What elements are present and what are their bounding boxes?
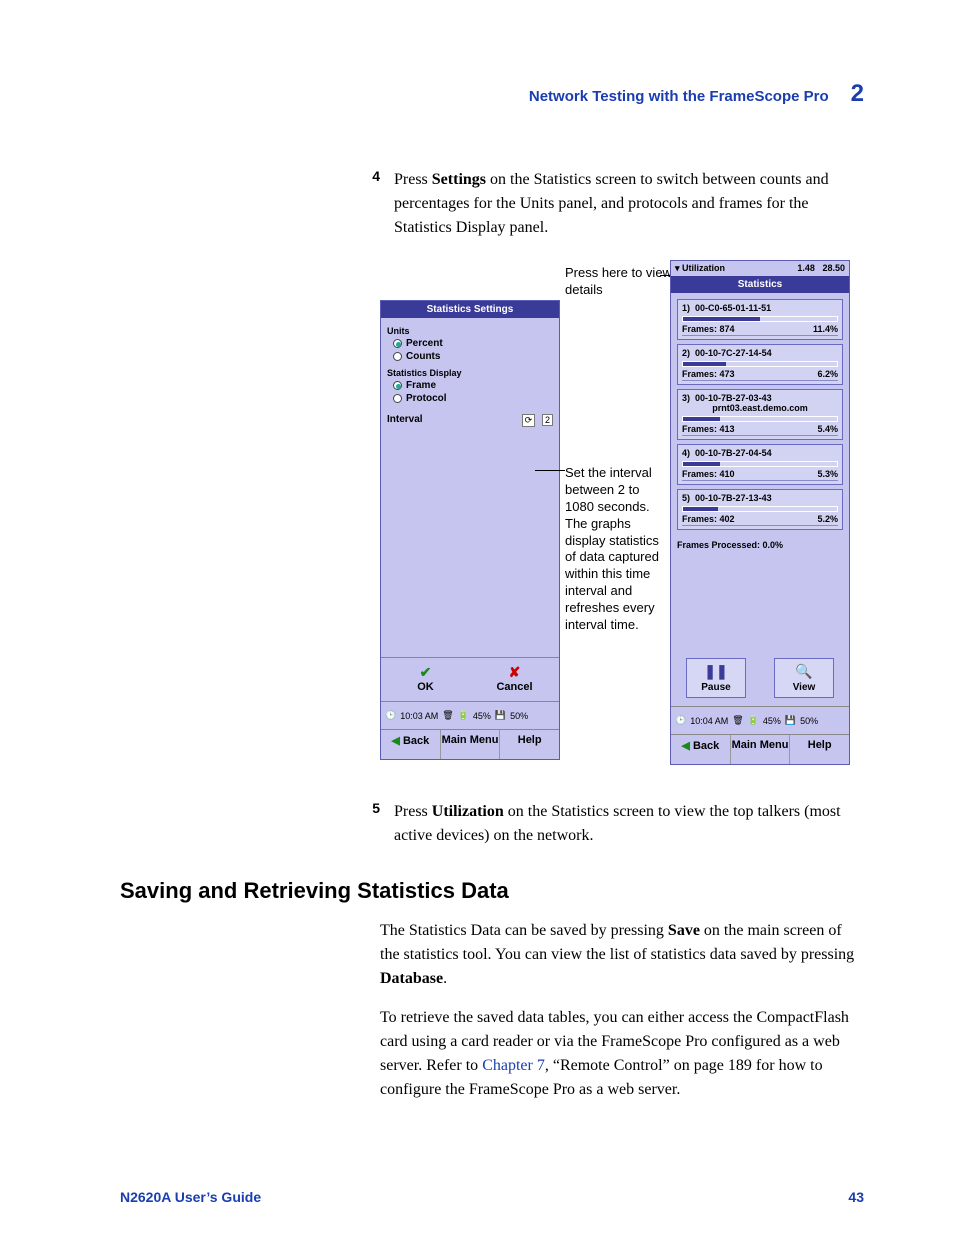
stats-title: Statistics (671, 276, 849, 293)
status-batt: 45% (763, 716, 781, 726)
chapter-title: Network Testing with the FrameScope Pro (529, 88, 829, 105)
cancel-button[interactable]: ✘Cancel (470, 658, 559, 699)
stat-item[interactable]: 2) 00-10-7C-27-14-54Frames: 4736.2% (677, 344, 843, 385)
status-time: 10:03 AM (400, 711, 438, 721)
back-button[interactable]: ◀ Back (381, 730, 441, 759)
statsdisplay-group-label: Statistics Display (387, 368, 553, 378)
disk-icon: 💾 (785, 715, 796, 726)
settings-screen: Statistics Settings Units Percent Counts… (380, 300, 560, 760)
stat-item[interactable]: 4) 00-10-7B-27-04-54Frames: 4105.3% (677, 444, 843, 485)
pause-icon: ❚❚ (687, 663, 745, 680)
stats-list: 1) 00-C0-65-01-11-51Frames: 87411.4%2) 0… (671, 293, 849, 536)
radio-icon (393, 352, 402, 361)
cross-icon: ✘ (470, 664, 559, 681)
nav-bar: ◀ Back Main Menu Help (381, 729, 559, 759)
step-text: Press Utilization on the Statistics scre… (394, 800, 864, 848)
utilization-row[interactable]: ▾ Utilization 1.48 28.50 (671, 261, 849, 276)
pause-view-bar: ❚❚Pause 🔍View (671, 652, 849, 704)
trash-icon: 🗑 (732, 715, 743, 726)
ok-cancel-bar: ✔OK ✘Cancel (381, 657, 559, 699)
help-button[interactable]: Help (500, 730, 559, 759)
magnifier-icon: 🔍 (775, 663, 833, 680)
footer-page: 43 (848, 1189, 864, 1205)
statistics-screen: ▾ Utilization 1.48 28.50 Statistics 1) 0… (670, 260, 850, 765)
para-retrieve: To retrieve the saved data tables, you c… (380, 1006, 860, 1102)
units-group-label: Units (387, 326, 553, 336)
main-menu-button[interactable]: Main Menu (441, 730, 501, 759)
radio-icon (393, 394, 402, 403)
step-5: 5 Press Utilization on the Statistics sc… (360, 800, 864, 848)
battery-icon: 🔋 (748, 715, 759, 726)
pause-button[interactable]: ❚❚Pause (686, 658, 746, 698)
main-menu-button[interactable]: Main Menu (731, 735, 791, 764)
status-mem: 50% (800, 716, 818, 726)
ok-button[interactable]: ✔OK (381, 658, 470, 699)
status-batt: 45% (473, 711, 491, 721)
trash-icon: 🗑 (442, 710, 453, 721)
status-mem: 50% (510, 711, 528, 721)
clock-icon: 🕒 (675, 715, 686, 726)
callout-press-details: Press here to view details (565, 265, 675, 299)
callout-interval: Set the interval between 2 to 1080 secon… (565, 465, 670, 634)
chapter7-link[interactable]: Chapter 7 (482, 1057, 545, 1074)
step-4: 4 Press Settings on the Statistics scree… (360, 168, 864, 240)
radio-frame[interactable]: Frame (393, 380, 553, 391)
callout-line (535, 470, 565, 471)
stat-item[interactable]: 3) 00-10-7B-27-03-43prnt03.east.demo.com… (677, 389, 843, 440)
para-save: The Statistics Data can be saved by pres… (380, 919, 860, 991)
interval-value[interactable]: 2 (542, 414, 553, 426)
back-button[interactable]: ◀ Back (671, 735, 731, 764)
status-bar: 🕒 10:03 AM 🗑 🔋 45% 💾 50% (381, 701, 559, 729)
frames-processed: Frames Processed: 0.0% (671, 536, 849, 554)
radio-percent[interactable]: Percent (393, 338, 553, 349)
status-bar: 🕒 10:04 AM 🗑 🔋 45% 💾 50% (671, 706, 849, 734)
page-footer: N2620A User’s Guide 43 (120, 1189, 864, 1205)
status-time: 10:04 AM (690, 716, 728, 726)
interval-spinner-icon[interactable]: ⟳ (522, 414, 536, 427)
back-arrow-icon: ◀ (391, 735, 403, 747)
back-arrow-icon: ◀ (681, 740, 693, 752)
settings-title: Statistics Settings (381, 301, 559, 318)
stat-item[interactable]: 5) 00-10-7B-27-13-43Frames: 4025.2% (677, 489, 843, 530)
help-button[interactable]: Help (790, 735, 849, 764)
clock-icon: 🕒 (385, 710, 396, 721)
radio-counts[interactable]: Counts (393, 351, 553, 362)
section-heading: Saving and Retrieving Statistics Data (120, 878, 864, 904)
interval-label: Interval (387, 414, 423, 425)
radio-icon (393, 339, 402, 348)
step-number: 5 (360, 800, 380, 816)
step-number: 4 (360, 168, 380, 184)
stat-item[interactable]: 1) 00-C0-65-01-11-51Frames: 87411.4% (677, 299, 843, 340)
radio-protocol[interactable]: Protocol (393, 393, 553, 404)
chapter-number: 2 (851, 80, 864, 107)
nav-bar: ◀ Back Main Menu Help (671, 734, 849, 764)
figure-area: Press here to view details Statistics Se… (380, 260, 864, 770)
step-text: Press Settings on the Statistics screen … (394, 168, 864, 240)
view-button[interactable]: 🔍View (774, 658, 834, 698)
footer-guide: N2620A User’s Guide (120, 1189, 261, 1205)
radio-icon (393, 381, 402, 390)
page-header: Network Testing with the FrameScope Pro … (120, 80, 864, 108)
battery-icon: 🔋 (458, 710, 469, 721)
disk-icon: 💾 (495, 710, 506, 721)
check-icon: ✔ (381, 664, 470, 681)
interval-row: Interval ⟳ 2 (387, 414, 553, 425)
